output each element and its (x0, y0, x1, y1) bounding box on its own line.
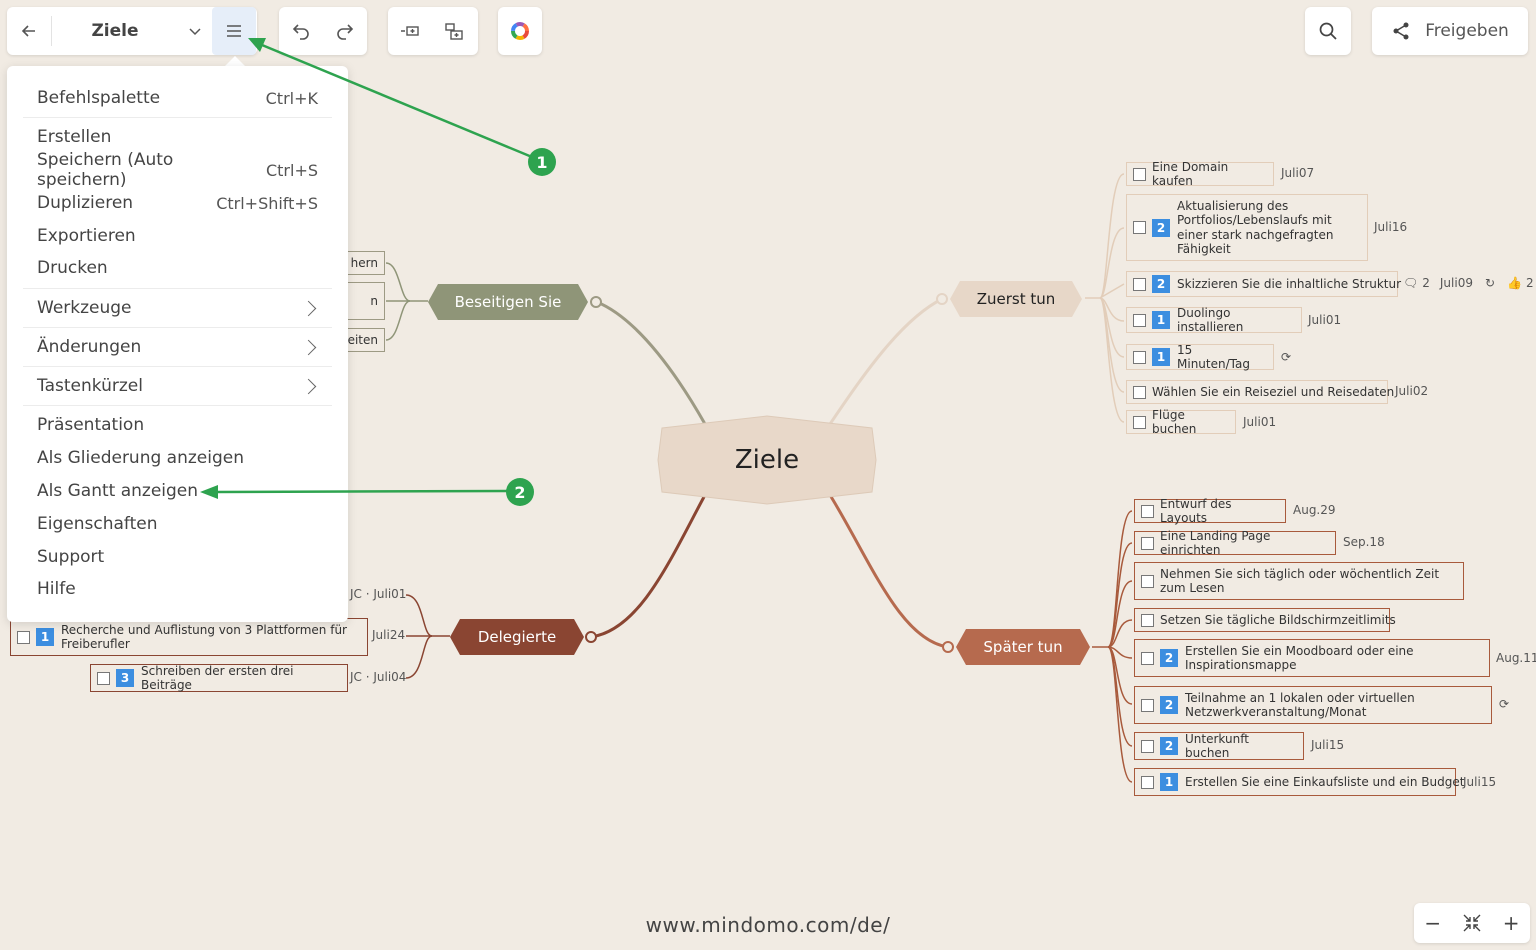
annotation-arrows (200, 38, 533, 499)
annotation-marker-2: 2 (506, 478, 534, 506)
fit-to-screen-icon[interactable] (1462, 913, 1482, 933)
zoom-controls: − + (1414, 903, 1530, 943)
annotation-marker-1: 1 (528, 148, 556, 176)
zoom-out-icon[interactable]: − (1424, 911, 1441, 935)
zoom-in-icon[interactable]: + (1503, 911, 1520, 935)
footer-url: www.mindomo.com/de/ (645, 913, 891, 937)
